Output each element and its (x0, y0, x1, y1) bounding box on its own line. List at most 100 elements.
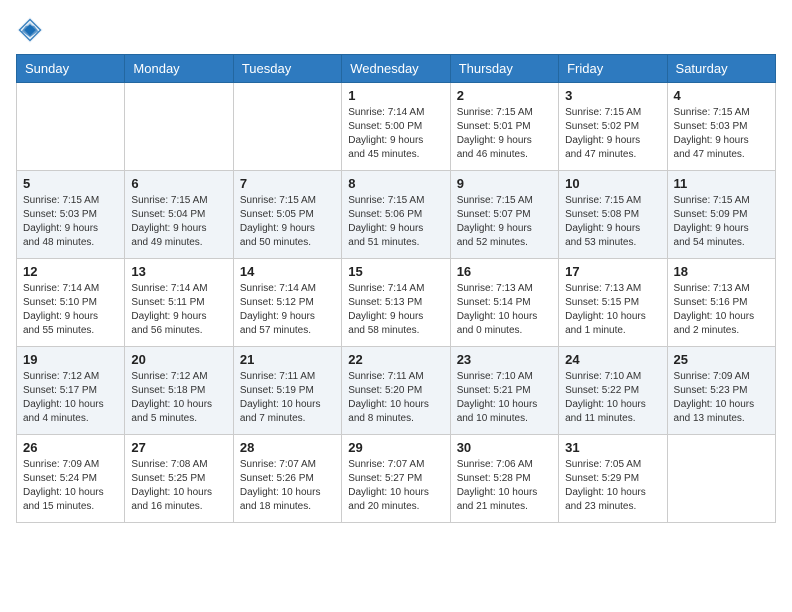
day-info: Sunrise: 7:15 AM Sunset: 5:04 PM Dayligh… (131, 194, 226, 250)
day-info: Sunrise: 7:15 AM Sunset: 5:06 PM Dayligh… (348, 194, 443, 250)
day-number: 4 (674, 88, 769, 103)
day-number: 20 (131, 352, 226, 367)
day-info: Sunrise: 7:12 AM Sunset: 5:17 PM Dayligh… (23, 370, 118, 426)
day-info: Sunrise: 7:11 AM Sunset: 5:20 PM Dayligh… (348, 370, 443, 426)
calendar-cell: 4Sunrise: 7:15 AM Sunset: 5:03 PM Daylig… (667, 83, 775, 171)
calendar-cell: 6 Sunrise: 7:15 AM Sunset: 5:04 PM Daylig… (125, 171, 233, 259)
day-info: Sunrise: 7:14 AM Sunset: 5:13 PM Dayligh… (348, 282, 443, 338)
day-number: 1 (348, 88, 443, 103)
calendar-cell: 23 Sunrise: 7:10 AM Sunset: 5:21 PM Dayli… (450, 347, 558, 435)
logo (16, 16, 48, 44)
day-info: Sunrise: 7:11 AM Sunset: 5:19 PM Dayligh… (240, 370, 335, 426)
day-number: 5 (23, 176, 118, 191)
calendar-cell: 31 Sunrise: 7:05 AM Sunset: 5:29 PM Dayli… (559, 435, 667, 523)
calendar-cell: 14 Sunrise: 7:14 AM Sunset: 5:12 PM Dayli… (233, 259, 341, 347)
calendar-day-header: Saturday (667, 55, 775, 83)
day-info: Sunrise: 7:15 AM Sunset: 5:09 PM Dayligh… (674, 194, 769, 250)
calendar-cell: 29Sunrise: 7:07 AM Sunset: 5:27 PM Dayli… (342, 435, 450, 523)
day-info: Sunrise: 7:10 AM Sunset: 5:22 PM Dayligh… (565, 370, 660, 426)
calendar-cell: 3 Sunrise: 7:15 AM Sunset: 5:02 PM Daylig… (559, 83, 667, 171)
day-number: 26 (23, 440, 118, 455)
day-number: 18 (674, 264, 769, 279)
page-header (16, 16, 776, 44)
calendar-cell: 9Sunrise: 7:15 AM Sunset: 5:07 PM Daylig… (450, 171, 558, 259)
calendar-week-row: 5 Sunrise: 7:15 AM Sunset: 5:03 PM Daylig… (17, 171, 776, 259)
day-info: Sunrise: 7:13 AM Sunset: 5:16 PM Dayligh… (674, 282, 769, 338)
day-number: 29 (348, 440, 443, 455)
calendar-cell: 13Sunrise: 7:14 AM Sunset: 5:11 PM Dayli… (125, 259, 233, 347)
day-info: Sunrise: 7:05 AM Sunset: 5:29 PM Dayligh… (565, 458, 660, 514)
calendar-week-row: 12Sunrise: 7:14 AM Sunset: 5:10 PM Dayli… (17, 259, 776, 347)
calendar-cell: 12Sunrise: 7:14 AM Sunset: 5:10 PM Dayli… (17, 259, 125, 347)
calendar-week-row: 1Sunrise: 7:14 AM Sunset: 5:00 PM Daylig… (17, 83, 776, 171)
day-number: 23 (457, 352, 552, 367)
day-number: 15 (348, 264, 443, 279)
day-number: 7 (240, 176, 335, 191)
day-info: Sunrise: 7:15 AM Sunset: 5:02 PM Dayligh… (565, 106, 660, 162)
day-number: 16 (457, 264, 552, 279)
day-number: 25 (674, 352, 769, 367)
calendar-cell: 30 Sunrise: 7:06 AM Sunset: 5:28 PM Dayli… (450, 435, 558, 523)
calendar-cell: 10 Sunrise: 7:15 AM Sunset: 5:08 PM Dayli… (559, 171, 667, 259)
day-info: Sunrise: 7:15 AM Sunset: 5:07 PM Dayligh… (457, 194, 552, 250)
calendar-cell: 15 Sunrise: 7:14 AM Sunset: 5:13 PM Dayli… (342, 259, 450, 347)
calendar-cell: 25 Sunrise: 7:09 AM Sunset: 5:23 PM Dayli… (667, 347, 775, 435)
calendar-cell: 22 Sunrise: 7:11 AM Sunset: 5:20 PM Dayli… (342, 347, 450, 435)
day-info: Sunrise: 7:13 AM Sunset: 5:14 PM Dayligh… (457, 282, 552, 338)
day-number: 11 (674, 176, 769, 191)
day-number: 30 (457, 440, 552, 455)
day-info: Sunrise: 7:10 AM Sunset: 5:21 PM Dayligh… (457, 370, 552, 426)
day-number: 27 (131, 440, 226, 455)
calendar-cell: 7 Sunrise: 7:15 AM Sunset: 5:05 PM Daylig… (233, 171, 341, 259)
calendar-day-header: Friday (559, 55, 667, 83)
day-info: Sunrise: 7:13 AM Sunset: 5:15 PM Dayligh… (565, 282, 660, 338)
day-number: 3 (565, 88, 660, 103)
calendar-cell: 20 Sunrise: 7:12 AM Sunset: 5:18 PM Dayli… (125, 347, 233, 435)
day-info: Sunrise: 7:14 AM Sunset: 5:10 PM Dayligh… (23, 282, 118, 338)
day-number: 31 (565, 440, 660, 455)
day-number: 13 (131, 264, 226, 279)
calendar-header-row: SundayMondayTuesdayWednesdayThursdayFrid… (17, 55, 776, 83)
calendar-cell: 28Sunrise: 7:07 AM Sunset: 5:26 PM Dayli… (233, 435, 341, 523)
day-number: 8 (348, 176, 443, 191)
day-number: 21 (240, 352, 335, 367)
day-number: 28 (240, 440, 335, 455)
day-number: 22 (348, 352, 443, 367)
calendar-cell: 24 Sunrise: 7:10 AM Sunset: 5:22 PM Dayli… (559, 347, 667, 435)
day-number: 17 (565, 264, 660, 279)
day-info: Sunrise: 7:15 AM Sunset: 5:03 PM Dayligh… (23, 194, 118, 250)
day-number: 2 (457, 88, 552, 103)
calendar-cell: 2 Sunrise: 7:15 AM Sunset: 5:01 PM Daylig… (450, 83, 558, 171)
calendar-cell (125, 83, 233, 171)
calendar-day-header: Sunday (17, 55, 125, 83)
day-number: 10 (565, 176, 660, 191)
calendar-day-header: Tuesday (233, 55, 341, 83)
calendar-cell (17, 83, 125, 171)
day-number: 14 (240, 264, 335, 279)
calendar-cell (233, 83, 341, 171)
day-number: 24 (565, 352, 660, 367)
calendar-cell: 8 Sunrise: 7:15 AM Sunset: 5:06 PM Daylig… (342, 171, 450, 259)
day-info: Sunrise: 7:15 AM Sunset: 5:05 PM Dayligh… (240, 194, 335, 250)
calendar-day-header: Thursday (450, 55, 558, 83)
day-info: Sunrise: 7:09 AM Sunset: 5:23 PM Dayligh… (674, 370, 769, 426)
calendar-day-header: Wednesday (342, 55, 450, 83)
day-info: Sunrise: 7:15 AM Sunset: 5:01 PM Dayligh… (457, 106, 552, 162)
day-info: Sunrise: 7:14 AM Sunset: 5:12 PM Dayligh… (240, 282, 335, 338)
calendar-cell: 11 Sunrise: 7:15 AM Sunset: 5:09 PM Dayli… (667, 171, 775, 259)
day-info: Sunrise: 7:12 AM Sunset: 5:18 PM Dayligh… (131, 370, 226, 426)
calendar-cell (667, 435, 775, 523)
calendar-cell: 1Sunrise: 7:14 AM Sunset: 5:00 PM Daylig… (342, 83, 450, 171)
calendar-cell: 27 Sunrise: 7:08 AM Sunset: 5:25 PM Dayli… (125, 435, 233, 523)
calendar-cell: 19Sunrise: 7:12 AM Sunset: 5:17 PM Dayli… (17, 347, 125, 435)
calendar-table: SundayMondayTuesdayWednesdayThursdayFrid… (16, 54, 776, 523)
calendar-cell: 16 Sunrise: 7:13 AM Sunset: 5:14 PM Dayli… (450, 259, 558, 347)
day-number: 6 (131, 176, 226, 191)
calendar-cell: 5 Sunrise: 7:15 AM Sunset: 5:03 PM Daylig… (17, 171, 125, 259)
calendar-week-row: 26Sunrise: 7:09 AM Sunset: 5:24 PM Dayli… (17, 435, 776, 523)
day-info: Sunrise: 7:08 AM Sunset: 5:25 PM Dayligh… (131, 458, 226, 514)
day-info: Sunrise: 7:06 AM Sunset: 5:28 PM Dayligh… (457, 458, 552, 514)
logo-icon (16, 16, 44, 44)
day-info: Sunrise: 7:15 AM Sunset: 5:08 PM Dayligh… (565, 194, 660, 250)
calendar-cell: 21 Sunrise: 7:11 AM Sunset: 5:19 PM Dayli… (233, 347, 341, 435)
